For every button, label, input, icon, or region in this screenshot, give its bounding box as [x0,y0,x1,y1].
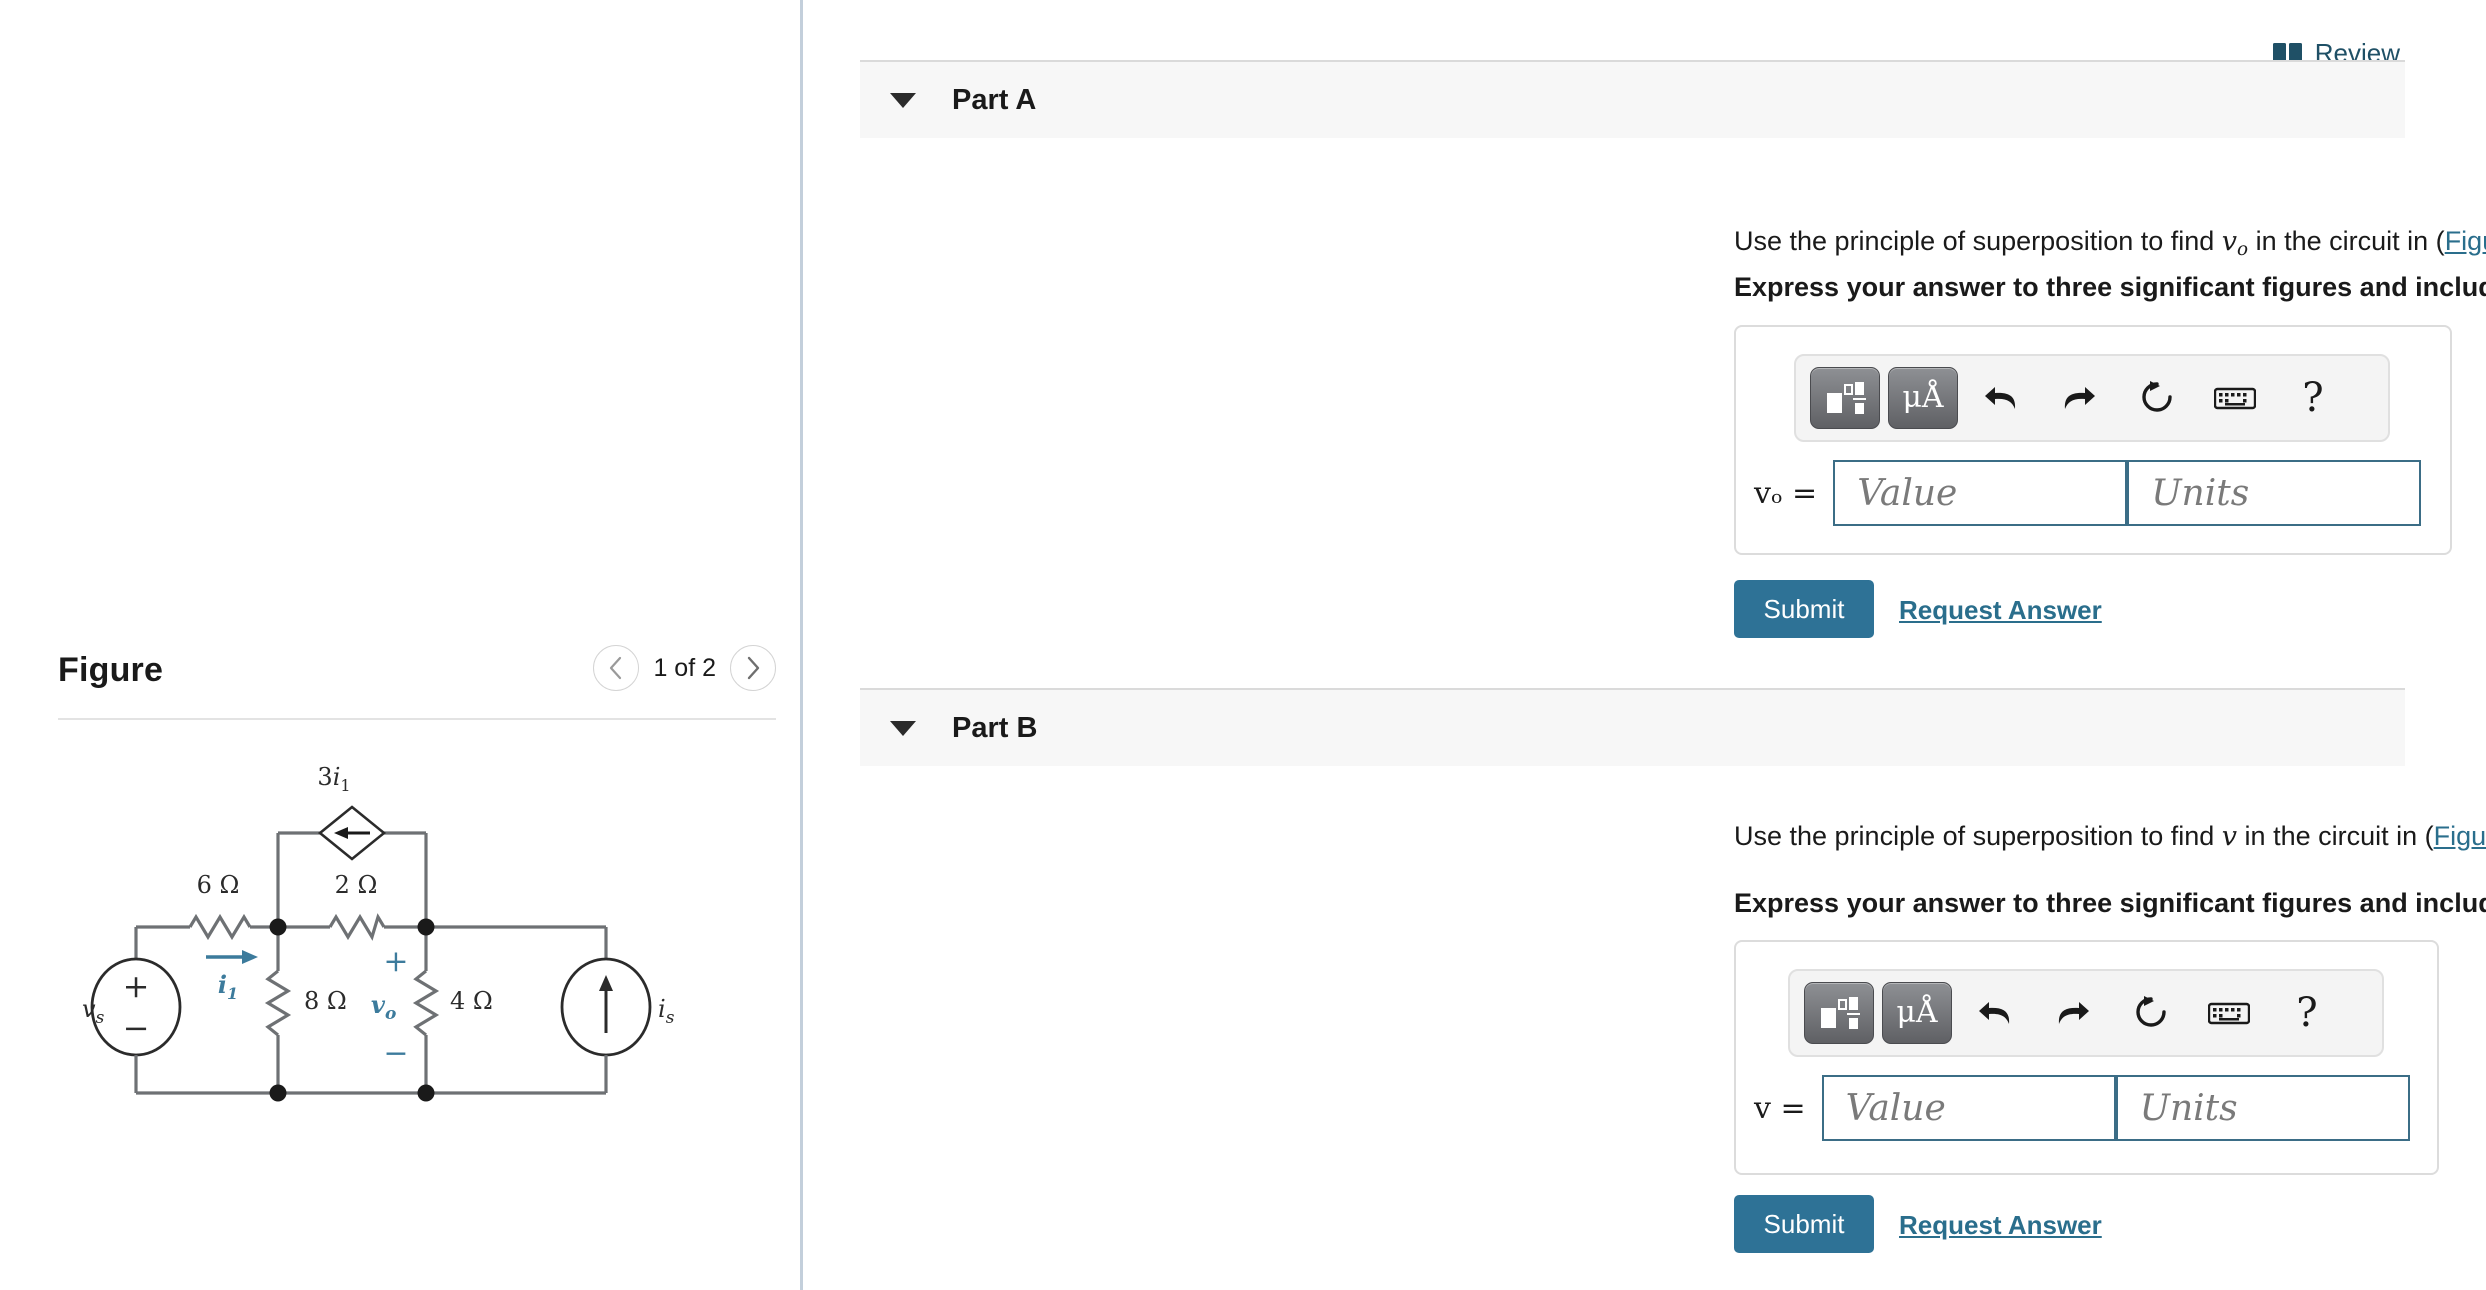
figure-title: Figure [58,651,164,689]
redo-icon [2058,1002,2089,1024]
mu-angstrom-icon: μÅ [1902,380,1944,415]
figure-2-link[interactable]: Figure 2 [2434,821,2486,851]
caret-down-icon[interactable] [890,92,916,108]
part-b-units-placeholder: Units [2139,1087,2238,1129]
question-pane: Review Part A Use the principle of super… [803,0,2486,1290]
part-b-instruction: Express your answer to three significant… [1734,888,2486,918]
part-a-prompt-lead: Use the principle of superposition to fi… [1734,226,2222,256]
node-dot [417,918,435,936]
circuit-diagram: .w { stroke:#6e7174; stroke-width:3.2; f… [58,745,776,1145]
units-button[interactable]: μÅ [1888,367,1958,429]
template-button[interactable] [1810,367,1880,429]
isource-label: is [658,995,675,1028]
vsource-minus-sign: − [123,1009,150,1047]
part-a-units-input[interactable]: Units [2127,460,2422,526]
help-button[interactable]: ? [2274,367,2352,429]
part-b-label: Part B [952,711,1038,744]
redo-icon [2064,387,2095,409]
keyboard-button[interactable] [2196,367,2274,429]
figure-pane: Figure 1 of 2 3i1 6 Ω 2 Ω i1 + − vs 8 Ω … [0,0,800,1290]
part-a-header[interactable]: Part A [860,60,2405,138]
figure-prev-button[interactable] [593,645,640,691]
part-b-value-input[interactable]: Value [1821,1075,2116,1141]
undo-icon [1985,387,2016,409]
part-a-answer-row: vₒ = Value Units [1754,460,2422,526]
keyboard-icon [2208,1002,2250,1025]
part-b-prompt-var: v [2221,821,2238,852]
node-dot [269,918,287,936]
part-a-prompt: Use the principle of superposition to fi… [1734,222,2486,262]
part-b-answer-box: μÅ ? v = Value Units [1734,940,2439,1175]
help-button[interactable]: ? [2268,982,2346,1044]
figure-block: Figure 1 of 2 [58,645,776,705]
part-b-toolbar: μÅ ? [1788,969,2384,1057]
part-a-prompt-var-sub: o [2237,239,2249,261]
part-b-submit-button[interactable]: Submit [1734,1195,1874,1253]
units-button[interactable]: μÅ [1882,982,1952,1044]
part-a-units-placeholder: Units [2151,472,2250,514]
reset-button[interactable] [2112,982,2190,1044]
vo-minus-sign: − [383,1036,408,1071]
part-a-instruction: Express your answer to three significant… [1734,272,2486,302]
reset-button[interactable] [2118,367,2196,429]
part-b-request-answer-link[interactable]: Request Answer [1899,1210,2102,1241]
part-b-header[interactable]: Part B [860,688,2405,766]
question-mark-icon: ? [2296,990,2318,1036]
dependent-source-label: 3i1 [317,763,350,795]
part-b-prompt-mid: in the circuit in ( [2237,821,2434,851]
resistor-8ohm-label: 8 Ω [304,987,347,1015]
resistor-6ohm-label: 6 Ω [197,871,240,899]
figure-1-link[interactable]: Figure 1 [2445,226,2486,256]
redo-button[interactable] [2040,367,2118,429]
part-b-answer-label: v = [1754,1090,1806,1126]
node-dot [417,1084,435,1102]
current-i1-label: i1 [218,970,238,1003]
page-root: Figure 1 of 2 3i1 6 Ω 2 Ω i1 + − vs 8 Ω … [0,0,2486,1290]
resistor-2ohm-label: 2 Ω [335,871,378,899]
vsource-plus-sign: + [123,967,150,1005]
reset-icon [2142,381,2172,412]
figure-divider [58,718,776,720]
template-icon [1821,997,1860,1029]
part-a-toolbar: μÅ ? [1794,354,2390,442]
part-b-units-input[interactable]: Units [2115,1075,2410,1141]
resistor-4ohm-label: 4 Ω [450,987,493,1015]
keyboard-button[interactable] [2190,982,2268,1044]
node-dot [269,1084,287,1102]
part-a-value-placeholder: Value [1857,472,1958,514]
vo-plus-sign: + [383,944,408,979]
keyboard-icon [2214,387,2256,410]
mu-angstrom-icon: μÅ [1896,995,1938,1030]
template-icon [1827,382,1866,414]
undo-button[interactable] [1962,367,2040,429]
part-b-value-placeholder: Value [1845,1087,1946,1129]
circuit-svg: .w { stroke:#6e7174; stroke-width:3.2; f… [82,763,675,1102]
part-b-prompt: Use the principle of superposition to fi… [1734,817,2486,857]
redo-button[interactable] [2034,982,2112,1044]
figure-page-count: 1 of 2 [653,653,716,682]
part-a-submit-button[interactable]: Submit [1734,580,1874,638]
figure-next-button[interactable] [730,645,776,691]
chevron-left-icon [610,656,622,680]
chevron-right-icon [747,656,760,680]
part-a-prompt-mid: in the circuit in ( [2248,226,2445,256]
undo-icon [1979,1002,2010,1024]
undo-button[interactable] [1956,982,2034,1044]
part-a-label: Part A [952,83,1037,116]
reset-icon [2136,996,2166,1027]
question-mark-icon: ? [2302,375,2324,421]
part-a-prompt-var: v [2221,226,2238,257]
figure-pager: 1 of 2 [593,645,776,691]
part-a-answer-label: vₒ = [1754,475,1818,511]
figure-header: Figure 1 of 2 [58,645,776,705]
vo-label: vo [371,990,396,1024]
part-a-value-input[interactable]: Value [1833,460,2128,526]
part-b-prompt-lead: Use the principle of superposition to fi… [1734,821,2222,851]
part-b-answer-row: v = Value Units [1754,1075,2410,1141]
caret-down-icon[interactable] [890,720,916,736]
template-button[interactable] [1804,982,1874,1044]
part-a-request-answer-link[interactable]: Request Answer [1899,595,2102,626]
part-a-answer-box: μÅ ? vₒ = Value Units [1734,325,2452,555]
